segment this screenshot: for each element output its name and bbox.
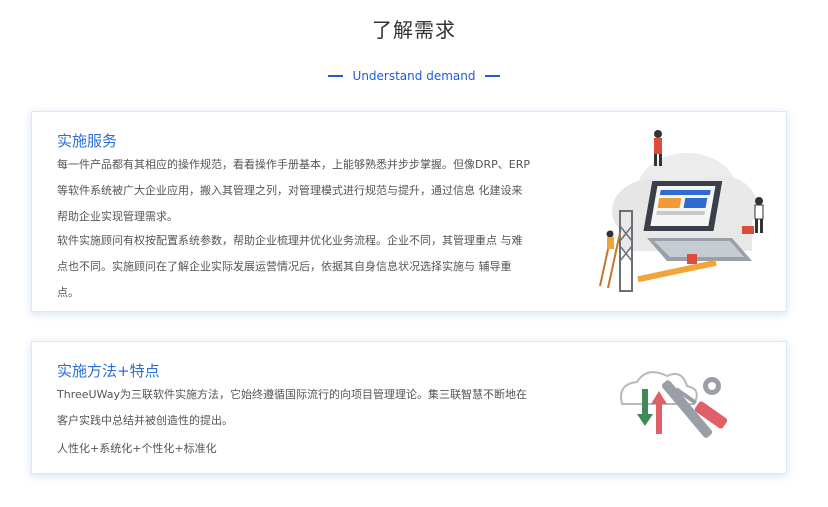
cloud-computing-illustration — [599, 130, 764, 292]
section-paragraph: 软件实施顾问有权按配置系统参数，帮助企业梳理并优化业务流程。企业不同，其管理重点… — [57, 234, 523, 299]
section-paragraph: 每一件产品都有其相应的操作规范，看看操作手册基本，上能够熟悉并步步掌握。但像DR… — [57, 158, 530, 223]
tools-illustration — [620, 371, 728, 438]
implementation-method-card: 实施方法+特点 ThreeUWay为三联软件实施方法，它始终遵循国际流行的向项目… — [31, 341, 787, 474]
section-paragraph: ThreeUWay为三联软件实施方法，它始终遵循国际流行的向项目管理理论。集三联… — [57, 388, 527, 427]
section-title: 实施方法+特点 — [57, 362, 160, 380]
page-title: 了解需求 — [372, 18, 456, 42]
section-paragraph: 人性化+系统化+个性化+标准化 — [57, 442, 217, 455]
page-subtitle: Understand demand — [0, 69, 828, 83]
section-title: 实施服务 — [57, 132, 118, 150]
subtitle-dash-right — [485, 75, 501, 77]
subtitle-dash-left — [327, 75, 343, 77]
implementation-service-card: 实施服务 每一件产品都有其相应的操作规范，看看操作手册基本，上能够熟悉并步步掌握… — [31, 111, 787, 312]
subtitle-text: Understand demand — [352, 69, 476, 83]
